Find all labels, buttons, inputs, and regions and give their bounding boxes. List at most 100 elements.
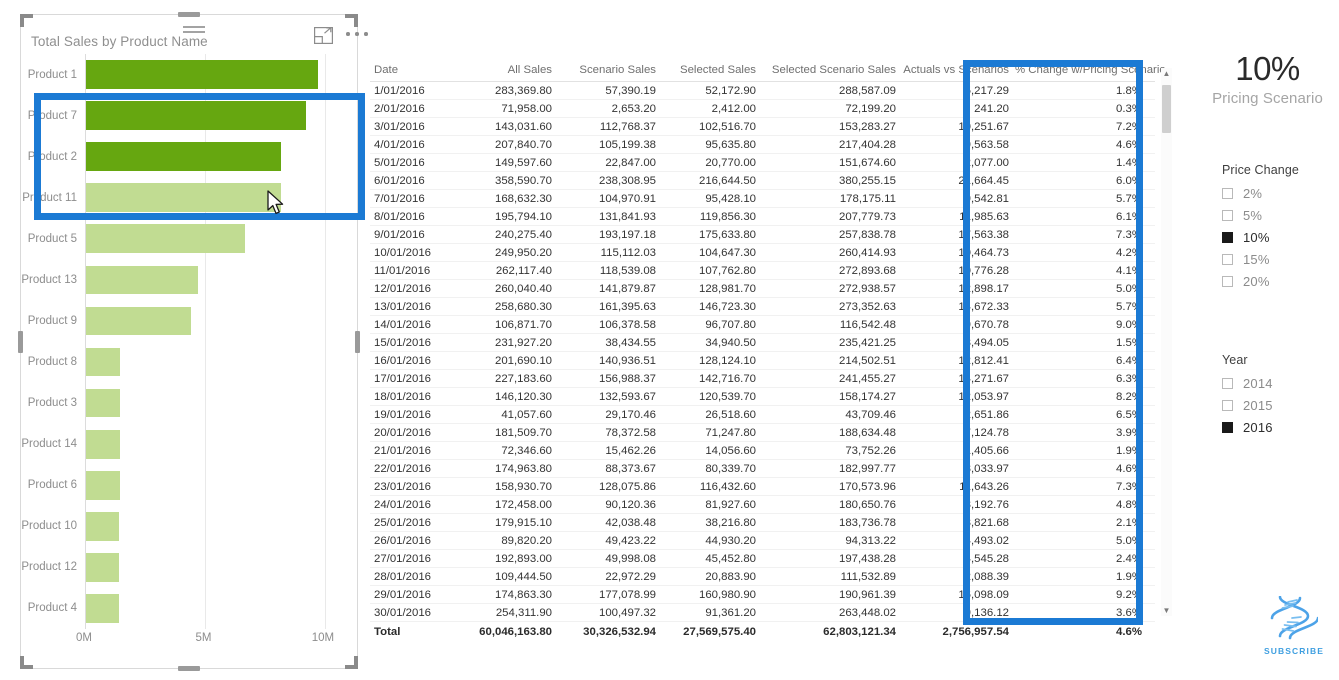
cell-date[interactable]: 9/01/2016 xyxy=(370,225,454,244)
cell-actuals-vs-scenarios[interactable]: 12,053.97 xyxy=(902,387,1015,406)
cell-selected-sales[interactable]: 34,940.50 xyxy=(662,333,762,352)
cell-actuals-vs-scenarios[interactable]: 7,124.78 xyxy=(902,423,1015,442)
checkbox-unchecked-icon[interactable] xyxy=(1222,187,1233,199)
checkbox-checked-icon[interactable] xyxy=(1222,421,1233,433)
cell-selected-scenario-sales[interactable]: 158,174.27 xyxy=(762,387,902,406)
bar[interactable] xyxy=(86,224,245,254)
cell-all-sales[interactable]: 262,117.40 xyxy=(454,261,558,280)
cell-selected-sales[interactable]: 91,361.20 xyxy=(662,603,762,622)
cell-selected-scenario-sales[interactable]: 151,674.60 xyxy=(762,153,902,172)
checkbox-unchecked-icon[interactable] xyxy=(1222,275,1233,287)
cell-actuals-vs-scenarios[interactable]: 1,405.66 xyxy=(902,441,1015,460)
cell-actuals-vs-scenarios[interactable]: 2,651.86 xyxy=(902,405,1015,424)
bar-row[interactable] xyxy=(86,101,343,130)
table-row[interactable]: 3/01/2016 143,031.60 112,768.37 102,516.70 1… xyxy=(370,117,1155,136)
cell-percent-change[interactable]: 6.3% xyxy=(1015,369,1155,388)
resize-handle-top[interactable] xyxy=(178,12,200,17)
bar-row[interactable] xyxy=(86,511,343,541)
cell-all-sales[interactable]: 231,927.20 xyxy=(454,333,558,352)
cell-all-sales[interactable]: 71,958.00 xyxy=(454,99,558,118)
cell-scenario-sales[interactable]: 78,372.58 xyxy=(558,423,662,442)
table-row[interactable]: 12/01/2016 260,040.40 141,879.87 128,981.70… xyxy=(370,279,1155,298)
column-header-all-sales[interactable]: All Sales xyxy=(454,62,558,82)
cell-selected-scenario-sales[interactable]: 263,448.02 xyxy=(762,603,902,622)
cell-percent-change[interactable]: 4.6% xyxy=(1015,459,1155,478)
cell-scenario-sales[interactable]: 38,434.55 xyxy=(558,333,662,352)
bar[interactable] xyxy=(86,347,121,377)
table-row[interactable]: 15/01/2016 231,927.20 38,434.55 34,940.50 23… xyxy=(370,333,1155,352)
resize-corner-bottom-right[interactable] xyxy=(345,656,358,669)
cell-date[interactable]: 27/01/2016 xyxy=(370,549,454,568)
table-row[interactable]: 2/01/2016 71,958.00 2,653.20 2,412.00 72,199… xyxy=(370,99,1155,118)
cell-scenario-sales[interactable]: 141,879.87 xyxy=(558,279,662,298)
bar-row[interactable] xyxy=(86,470,343,500)
cell-selected-scenario-sales[interactable]: 273,352.63 xyxy=(762,297,902,316)
resize-handle-bottom[interactable] xyxy=(178,666,200,671)
column-header-selected-scenario-sales[interactable]: Selected Scenario Sales xyxy=(762,62,902,82)
cell-selected-sales[interactable]: 2,412.00 xyxy=(662,99,762,118)
cell-all-sales[interactable]: 181,509.70 xyxy=(454,423,558,442)
cell-selected-scenario-sales[interactable]: 188,634.48 xyxy=(762,423,902,442)
cell-date[interactable]: 30/01/2016 xyxy=(370,603,454,622)
cell-scenario-sales[interactable]: 193,197.18 xyxy=(558,225,662,244)
cell-percent-change[interactable]: 5.0% xyxy=(1015,279,1155,298)
table-visual[interactable]: Date All Sales Scenario Sales Selected S… xyxy=(370,62,1182,642)
cell-all-sales[interactable]: 174,863.30 xyxy=(454,585,558,604)
cell-selected-scenario-sales[interactable]: 43,709.46 xyxy=(762,405,902,424)
table-row[interactable]: 8/01/2016 195,794.10 131,841.93 119,856.30 2… xyxy=(370,207,1155,226)
cell-actuals-vs-scenarios[interactable]: 4,493.02 xyxy=(902,531,1015,550)
price-change-option[interactable]: 20% xyxy=(1222,271,1339,291)
bar-row[interactable] xyxy=(86,429,343,459)
cell-all-sales[interactable]: 195,794.10 xyxy=(454,207,558,226)
cell-date[interactable]: 12/01/2016 xyxy=(370,279,454,298)
cell-actuals-vs-scenarios[interactable]: 14,672.33 xyxy=(902,297,1015,316)
year-option[interactable]: 2014 xyxy=(1222,373,1339,393)
bar[interactable] xyxy=(86,594,119,623)
table-row[interactable]: 20/01/2016 181,509.70 78,372.58 71,247.80 18… xyxy=(370,423,1155,442)
year-option[interactable]: 2015 xyxy=(1222,395,1339,415)
cell-date[interactable]: 21/01/2016 xyxy=(370,441,454,460)
cell-date[interactable]: 11/01/2016 xyxy=(370,261,454,280)
cell-selected-sales[interactable]: 38,216.80 xyxy=(662,513,762,532)
cell-date[interactable]: 1/01/2016 xyxy=(370,81,454,100)
checkbox-checked-icon[interactable] xyxy=(1222,231,1233,243)
cell-selected-sales[interactable]: 160,980.90 xyxy=(662,585,762,604)
cell-selected-scenario-sales[interactable]: 153,283.27 xyxy=(762,117,902,136)
cell-scenario-sales[interactable]: 42,038.48 xyxy=(558,513,662,532)
cell-selected-scenario-sales[interactable]: 217,404.28 xyxy=(762,135,902,154)
cell-percent-change[interactable]: 2.1% xyxy=(1015,513,1155,532)
cell-all-sales[interactable]: 283,369.80 xyxy=(454,81,558,100)
cell-date[interactable]: 26/01/2016 xyxy=(370,531,454,550)
cell-date[interactable]: 20/01/2016 xyxy=(370,423,454,442)
cell-selected-sales[interactable]: 45,452.80 xyxy=(662,549,762,568)
cell-all-sales[interactable]: 179,915.10 xyxy=(454,513,558,532)
cell-selected-scenario-sales[interactable]: 288,587.09 xyxy=(762,81,902,100)
bar[interactable] xyxy=(86,429,121,459)
cell-selected-scenario-sales[interactable]: 235,421.25 xyxy=(762,333,902,352)
cell-selected-scenario-sales[interactable]: 190,961.39 xyxy=(762,585,902,604)
cell-all-sales[interactable]: 158,930.70 xyxy=(454,477,558,496)
cell-all-sales[interactable]: 201,690.10 xyxy=(454,351,558,370)
resize-corner-bottom-left[interactable] xyxy=(20,656,33,669)
cell-all-sales[interactable]: 258,680.30 xyxy=(454,297,558,316)
cell-all-sales[interactable]: 143,031.60 xyxy=(454,117,558,136)
cell-date[interactable]: 25/01/2016 xyxy=(370,513,454,532)
table-row[interactable]: 6/01/2016 358,590.70 238,308.95 216,644.50 3… xyxy=(370,171,1155,190)
table-row[interactable]: 24/01/2016 172,458.00 90,120.36 81,927.60 18… xyxy=(370,495,1155,514)
cell-scenario-sales[interactable]: 29,170.46 xyxy=(558,405,662,424)
cell-scenario-sales[interactable]: 90,120.36 xyxy=(558,495,662,514)
cell-selected-scenario-sales[interactable]: 272,938.57 xyxy=(762,279,902,298)
cell-percent-change[interactable]: 6.4% xyxy=(1015,351,1155,370)
cell-date[interactable]: 4/01/2016 xyxy=(370,135,454,154)
cell-all-sales[interactable]: 260,040.40 xyxy=(454,279,558,298)
price-change-option[interactable]: 10% xyxy=(1222,227,1339,247)
cell-scenario-sales[interactable]: 22,972.29 xyxy=(558,567,662,586)
bar-row[interactable] xyxy=(86,388,343,418)
column-header-date[interactable]: Date xyxy=(370,62,454,82)
cell-scenario-sales[interactable]: 112,768.37 xyxy=(558,117,662,136)
cell-selected-sales[interactable]: 95,428.10 xyxy=(662,189,762,208)
table-row[interactable]: 21/01/2016 72,346.60 15,462.26 14,056.60 73,… xyxy=(370,441,1155,460)
cell-percent-change[interactable]: 1.9% xyxy=(1015,567,1155,586)
cell-scenario-sales[interactable]: 115,112.03 xyxy=(558,243,662,262)
cell-selected-scenario-sales[interactable]: 111,532.89 xyxy=(762,567,902,586)
